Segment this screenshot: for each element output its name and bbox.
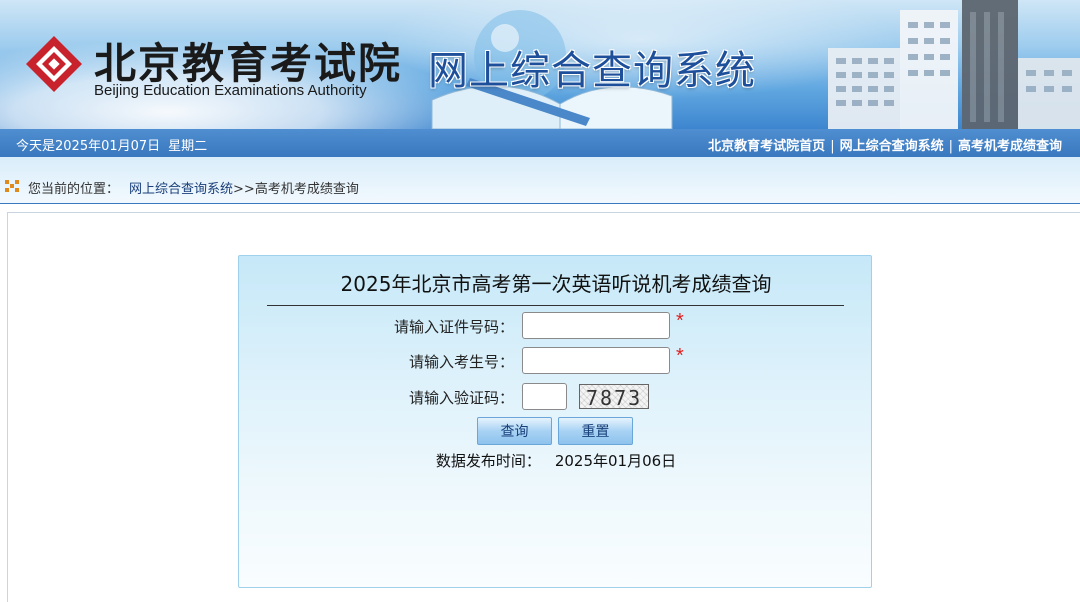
- breadcrumb-prefix: 您当前的位置：: [28, 182, 120, 197]
- breadcrumb-current: >>高考机考成绩查询: [233, 182, 359, 197]
- exam-number-input[interactable]: [522, 347, 670, 374]
- panel-title: 2025年北京市高考第一次英语听说机考成绩查询: [340, 272, 772, 296]
- nav-separator: |: [830, 139, 835, 154]
- captcha-code: 7873: [586, 386, 643, 409]
- score-query-panel: 2025年北京市高考第一次英语听说机考成绩查询 请输入证件号码： * 请输入考生…: [238, 255, 872, 588]
- publish-time: 数据发布时间： 2025年01月06日: [239, 450, 873, 471]
- title-divider: [267, 305, 844, 306]
- current-date: 今天是2025年01月07日 星期二: [16, 135, 215, 154]
- breadcrumb-text: 您当前的位置： 网上综合查询系统>>高考机考成绩查询: [28, 178, 359, 197]
- nav-link-query-system[interactable]: 网上综合查询系统: [840, 139, 944, 154]
- header-banner: 北京教育考试院 Beijing Education Examinations A…: [0, 0, 1080, 129]
- captcha-image[interactable]: 7873: [579, 384, 649, 409]
- captcha-input[interactable]: [522, 383, 567, 410]
- top-nav-bar: 今天是2025年01月07日 星期二 北京教育考试院首页 | 网上综合查询系统 | 高考机…: [0, 129, 1080, 157]
- building-icon: [828, 0, 1080, 129]
- breadcrumb-link-query-system[interactable]: 网上综合查询系统: [129, 182, 233, 197]
- nav-link-score-query[interactable]: 高考机考成绩查询: [958, 139, 1062, 154]
- required-mark: *: [676, 310, 684, 332]
- system-title: 网上综合查询系统: [428, 48, 756, 94]
- exam-number-label: 请输入考生号：: [408, 353, 514, 371]
- nav-links: 北京教育考试院首页 | 网上综合查询系统 | 高考机考成绩查询: [708, 135, 1062, 154]
- date-text: 今天是2025年01月07日: [16, 139, 161, 154]
- query-button[interactable]: 查询: [477, 417, 552, 445]
- reset-button[interactable]: 重置: [558, 417, 633, 445]
- publish-time-value: 2025年01月06日: [554, 452, 677, 470]
- org-name-en: Beijing Education Examinations Authority: [94, 82, 367, 99]
- captcha-label: 请输入验证码：: [408, 389, 514, 407]
- location-icon: [5, 180, 19, 192]
- logo-icon: [26, 36, 82, 92]
- weekday-text: 星期二: [168, 139, 208, 154]
- nav-separator: |: [948, 139, 953, 154]
- id-number-label: 请输入证件号码：: [393, 318, 514, 336]
- id-number-input[interactable]: [522, 312, 670, 339]
- breadcrumb: 您当前的位置： 网上综合查询系统>>高考机考成绩查询: [0, 157, 1080, 204]
- nav-link-home[interactable]: 北京教育考试院首页: [708, 139, 825, 154]
- publish-time-label: 数据发布时间：: [435, 452, 541, 470]
- required-mark: *: [676, 345, 684, 367]
